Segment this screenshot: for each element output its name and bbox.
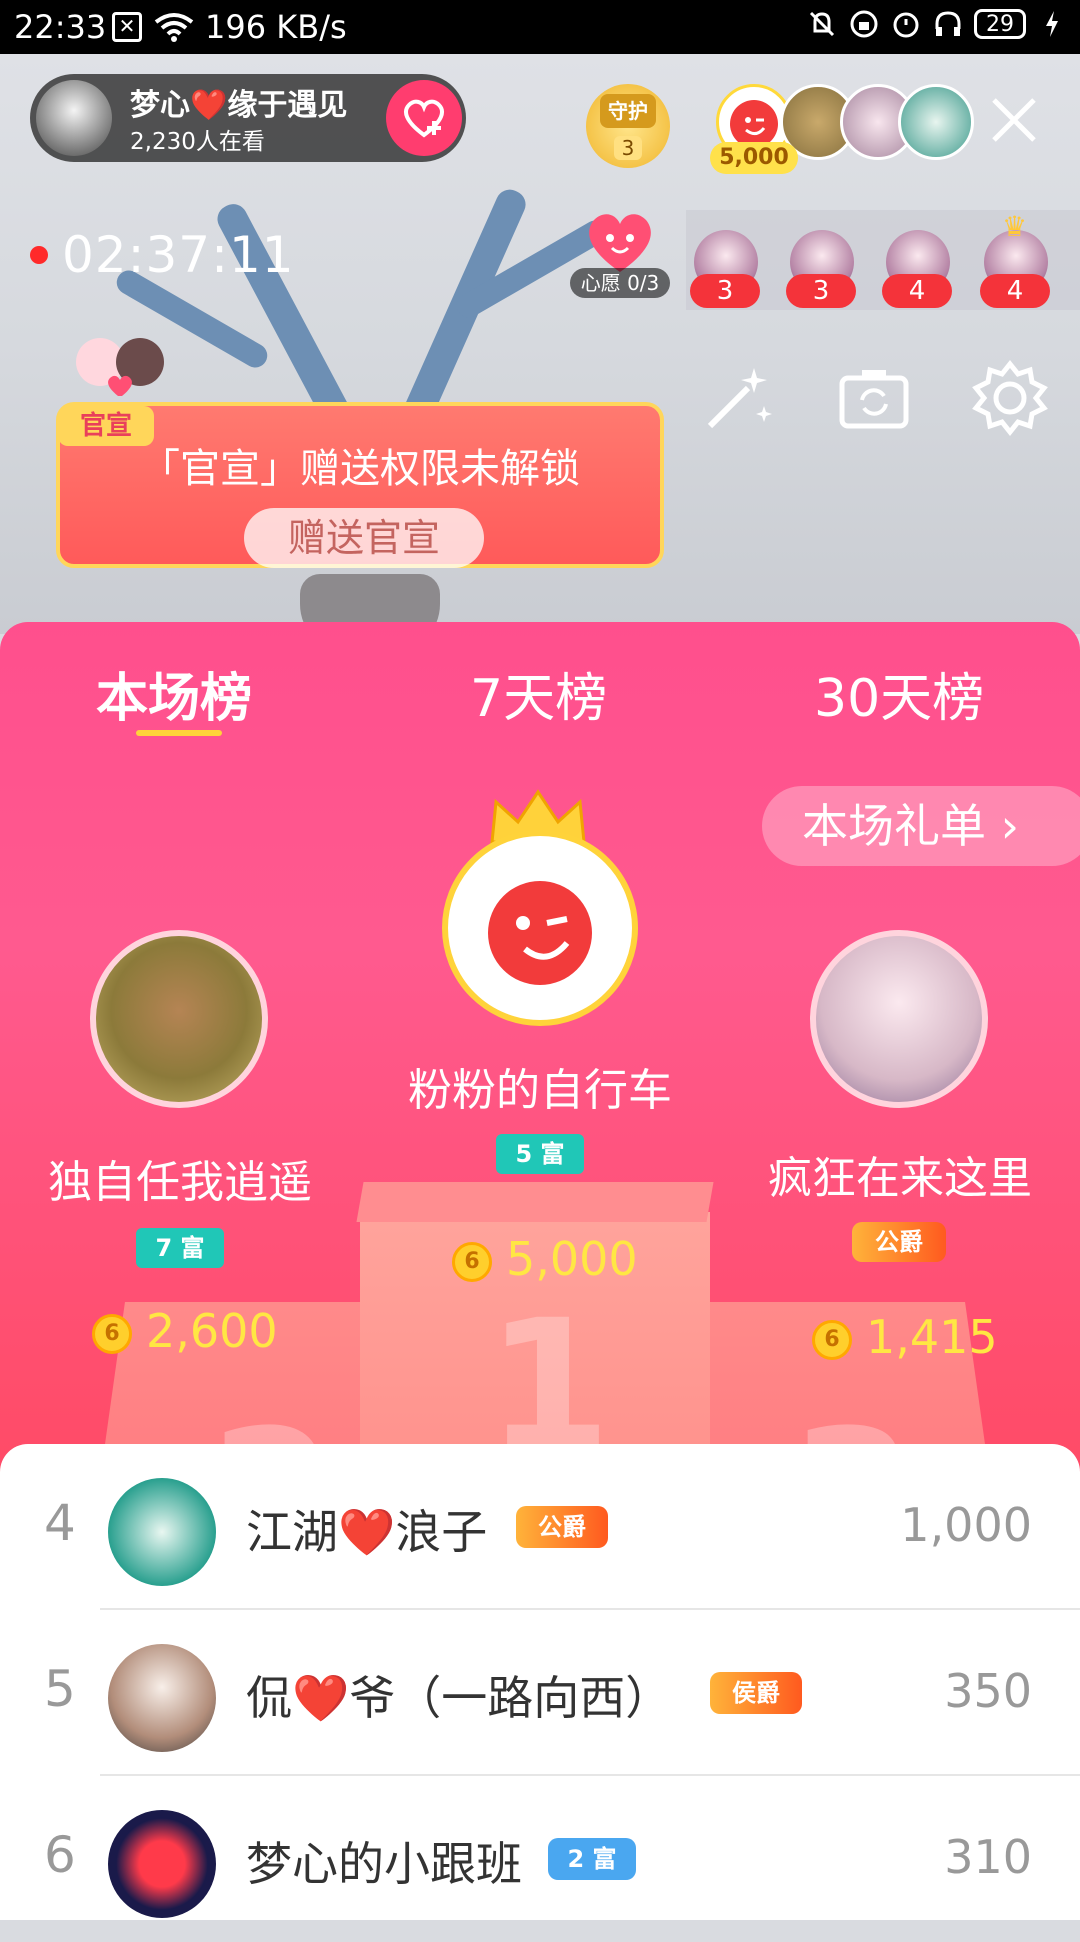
wish-progress[interactable]: 心愿 0/3: [570, 268, 670, 298]
alarm-icon: [890, 8, 922, 40]
tab-30-days[interactable]: 30天榜: [814, 656, 984, 731]
list-score: 1,000: [900, 1498, 1032, 1552]
rank-2-avatar[interactable]: [90, 930, 268, 1108]
list-name: 侃❤️爷（一路向西）: [246, 1671, 672, 1725]
list-score: 350: [944, 1664, 1032, 1718]
rank-1-amount: 5,000: [506, 1232, 638, 1286]
coin-icon: 6: [92, 1314, 132, 1354]
tab-7-days[interactable]: 7天榜: [470, 656, 607, 731]
camera-switch-icon: [839, 370, 909, 429]
rank-3-amount: 1,415: [866, 1310, 998, 1364]
active-tab-indicator: [136, 730, 222, 736]
close-button[interactable]: [986, 92, 1042, 148]
recording-dot: [30, 246, 48, 264]
send-announcement-button[interactable]: 赠送官宣: [244, 508, 484, 568]
battery-icon: 29: [974, 9, 1026, 39]
fan-level-badge: 3: [690, 274, 760, 308]
crown-icon: ♛: [1002, 210, 1028, 243]
gear-icon: [972, 359, 1048, 437]
list-rank: 6: [44, 1826, 76, 1884]
rank-1-name[interactable]: 粉粉的自行车: [340, 1054, 740, 1118]
guard-badge[interactable]: 守护 3: [586, 84, 670, 168]
settings-button[interactable]: [972, 359, 1048, 437]
lock-rotation-icon: [848, 8, 880, 40]
list-item[interactable]: 4 江湖❤️浪子 公爵 1,000: [0, 1444, 1080, 1610]
top-viewer-4[interactable]: [898, 84, 974, 160]
status-bar: 22:33 ✕ 196 KB/s 29: [0, 0, 1080, 54]
guard-label: 守护: [600, 94, 656, 128]
top-viewer-coins: 5,000: [710, 142, 798, 174]
list-avatar[interactable]: [108, 1810, 216, 1918]
rank-3-name[interactable]: 疯狂在来这里: [740, 1142, 1060, 1206]
mute-bell-icon: [806, 8, 838, 40]
close-icon: [992, 98, 1036, 142]
rank-2-amount: 2,600: [146, 1304, 278, 1358]
fan-level-badge: 3: [786, 274, 856, 308]
banner-tag: 官宣: [58, 406, 154, 446]
switch-camera-button[interactable]: [836, 360, 912, 436]
viewer-count: 2,230人在看: [130, 129, 265, 155]
gift-list-button[interactable]: 本场礼单 ›: [762, 786, 1080, 866]
rank-2-name[interactable]: 独自任我逍遥: [20, 1146, 340, 1210]
rank-3-avatar[interactable]: [810, 930, 988, 1108]
rank-3-duke-badge: 公爵: [852, 1222, 946, 1262]
coin-icon: 6: [452, 1242, 492, 1282]
list-name: 梦心的小跟班: [246, 1837, 522, 1891]
podium-1-top: [356, 1182, 714, 1222]
beauty-wand-button[interactable]: [700, 360, 776, 436]
notification-dismissed-icon: ✕: [112, 12, 142, 42]
heart-plus-icon: [404, 99, 444, 138]
list-rank: 4: [44, 1494, 76, 1552]
charging-icon: [1036, 8, 1068, 40]
host-name: 梦心❤️缘于遇见: [130, 88, 348, 123]
list-marquis-badge: 侯爵: [710, 1672, 802, 1714]
list-item[interactable]: 6 梦心的小跟班 2 富 310: [0, 1776, 1080, 1942]
headphones-icon: [932, 8, 964, 40]
live-timer: 02:37:11: [62, 226, 295, 284]
list-avatar[interactable]: [108, 1478, 216, 1586]
wifi-icon: [152, 12, 196, 46]
fan-level-badge: 4: [980, 274, 1050, 308]
guard-count: 3: [614, 136, 642, 160]
host-info-pill[interactable]: 梦心❤️缘于遇见 2,230人在看: [30, 74, 466, 162]
fan-level-badge: 4: [882, 274, 952, 308]
list-item[interactable]: 5 侃❤️爷（一路向西） 侯爵 350: [0, 1610, 1080, 1776]
list-score: 310: [944, 1830, 1032, 1884]
magic-wand-icon: [707, 368, 772, 429]
ranking-list: 4 江湖❤️浪子 公爵 1,000 5 侃❤️爷（一路向西） 侯爵 350 6 …: [0, 1444, 1080, 1920]
banner-text: 「官宣」赠送权限未解锁: [140, 446, 580, 492]
network-speed: 196 KB/s: [205, 8, 347, 46]
status-time: 22:33: [14, 8, 107, 46]
list-avatar[interactable]: [108, 1644, 216, 1752]
list-rank: 5: [44, 1660, 76, 1718]
follow-button[interactable]: [386, 80, 462, 156]
list-name: 江湖❤️浪子: [246, 1505, 488, 1559]
list-duke-badge: 公爵: [516, 1506, 608, 1548]
status-icons: 29: [806, 8, 1068, 40]
rank-1-avatar[interactable]: [442, 830, 638, 1026]
list-level-badge: 2 富: [548, 1838, 636, 1880]
mascot-wink-icon: [488, 881, 592, 985]
host-avatar[interactable]: [36, 80, 112, 156]
rank-2-level-badge: 7 富: [136, 1228, 224, 1268]
fan-club-strip: 3 3 4 4 ♛: [686, 210, 1080, 310]
tab-this-session[interactable]: 本场榜: [96, 656, 252, 731]
wish-heart-icon[interactable]: [580, 206, 660, 276]
coin-icon: 6: [812, 1320, 852, 1360]
rank-1-level-badge: 5 富: [496, 1134, 584, 1174]
couple-avatar-decor: [60, 326, 180, 406]
